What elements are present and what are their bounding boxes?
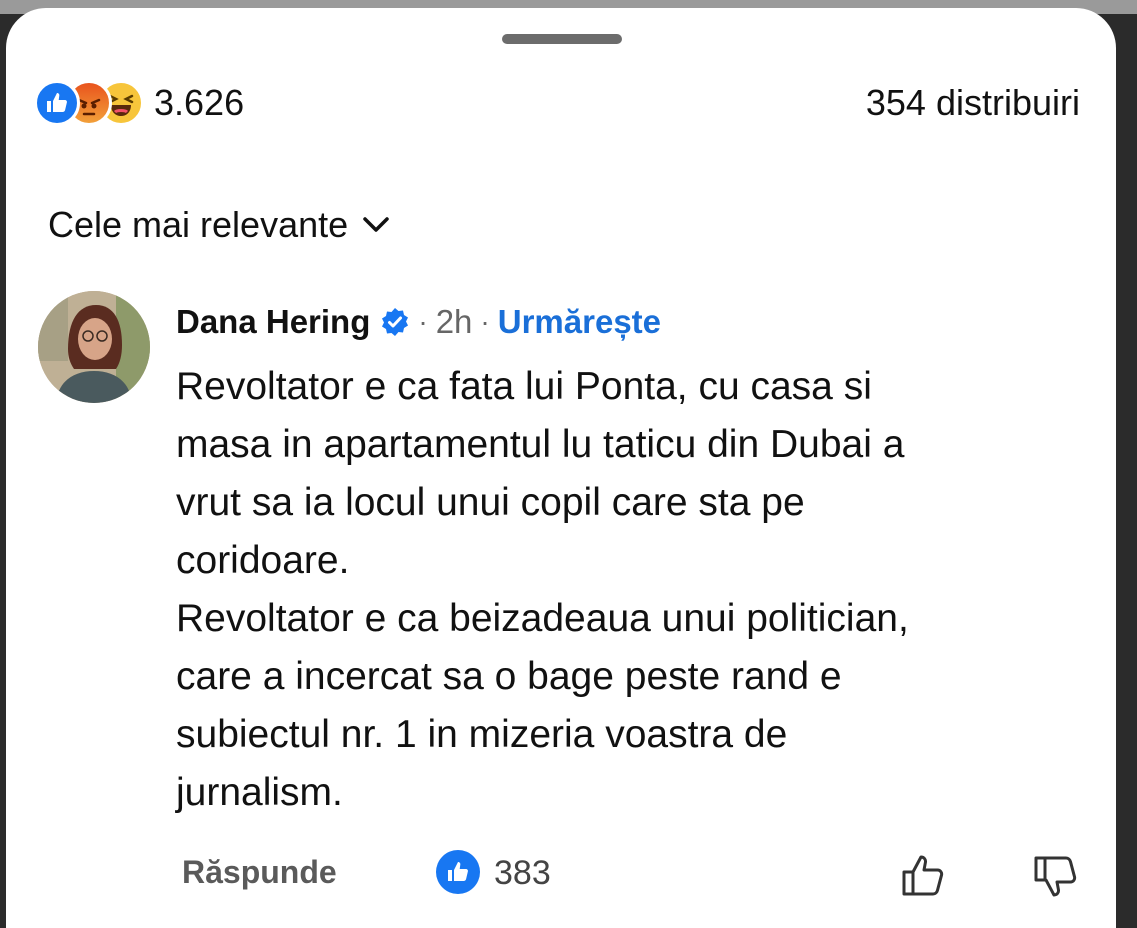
comment-text: Revoltator e ca fata lui Ponta, cu casa … xyxy=(176,358,1076,822)
comment-line: subiectul nr. 1 in mizeria voastra de xyxy=(176,713,788,756)
comments-sheet: 3.626 354 distribuiri Cele mai relevante… xyxy=(6,8,1116,928)
comment-line: care a incercat sa o bage peste rand e xyxy=(176,655,842,698)
drag-handle[interactable] xyxy=(502,34,622,44)
like-count[interactable]: 383 xyxy=(494,854,551,893)
sort-dropdown[interactable]: Cele mai relevante xyxy=(48,204,390,246)
thumbs-up-icon[interactable] xyxy=(900,852,946,898)
reactions-summary[interactable]: 3.626 xyxy=(34,78,244,128)
reaction-count: 3.626 xyxy=(154,82,245,123)
like-icon[interactable] xyxy=(436,850,480,894)
comment-header: Dana Hering · 2h · Urmărește xyxy=(176,300,1076,344)
comment-line: masa in apartamentul lu taticu din Dubai… xyxy=(176,423,905,466)
sort-label: Cele mai relevante xyxy=(48,204,349,245)
separator: · xyxy=(480,306,490,337)
like-reaction-icon xyxy=(34,80,80,126)
verified-badge-icon xyxy=(382,308,409,336)
comment-line: Revoltator e ca beizadeaua unui politici… xyxy=(176,597,909,640)
thumbs-down-icon[interactable] xyxy=(1032,854,1078,900)
author-name[interactable]: Dana Hering xyxy=(176,303,370,341)
comment: Dana Hering · 2h · Urmărește Revoltator … xyxy=(176,300,1076,822)
separator: · xyxy=(418,306,428,337)
shares-count[interactable]: 354 distribuiri xyxy=(866,82,1080,124)
comment-time[interactable]: 2h xyxy=(436,303,473,341)
follow-button[interactable]: Urmărește xyxy=(498,303,661,341)
reply-button[interactable]: Răspunde xyxy=(182,854,337,891)
comment-line: Revoltator e ca fata lui Ponta, cu casa … xyxy=(176,365,872,408)
comment-line: coridoare. xyxy=(176,539,350,582)
comment-line: jurnalism. xyxy=(176,771,343,814)
comment-actions: Răspunde 383 xyxy=(182,850,1082,900)
avatar[interactable] xyxy=(38,291,150,403)
comment-line: vrut sa ia locul unui copil care sta pe xyxy=(176,481,805,524)
chevron-down-icon xyxy=(363,217,389,232)
